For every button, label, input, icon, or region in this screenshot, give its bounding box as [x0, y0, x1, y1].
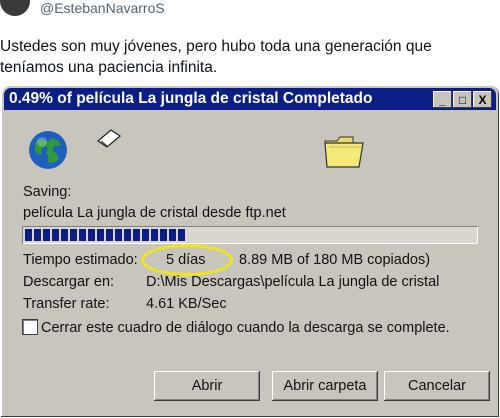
- copied-progress-text: 8.89 MB of 180 MB copiados): [239, 252, 431, 268]
- progress-segment: [124, 229, 131, 241]
- download-dialog: 0.49% of película La jungla de cristal C…: [0, 84, 500, 418]
- progress-segment: [70, 229, 77, 241]
- progress-segment: [25, 229, 32, 241]
- user-handle[interactable]: @EstebanNavarroS: [40, 0, 165, 16]
- progress-segment: [88, 229, 95, 241]
- close-on-complete-checkbox[interactable]: [23, 320, 37, 334]
- tweet-text: Ustedes son muy jóvenes, pero hubo toda …: [0, 38, 432, 76]
- progress-segment: [142, 229, 149, 241]
- close-button[interactable]: X: [473, 91, 492, 108]
- saving-file-text: película La jungla de cristal desde ftp.…: [23, 205, 286, 221]
- progress-segment: [61, 229, 68, 241]
- progress-segment: [169, 229, 176, 241]
- estimated-time-label: Tiempo estimado:: [23, 252, 138, 268]
- folder-icon: [324, 136, 364, 168]
- saving-label: Saving:: [23, 184, 72, 200]
- close-on-complete-label[interactable]: Cerrar este cuadro de diálogo cuando la …: [41, 320, 450, 336]
- estimated-time-value: 5 días: [166, 252, 206, 268]
- progress-segment: [160, 229, 167, 241]
- progress-segment: [34, 229, 41, 241]
- transfer-rate-label: Transfer rate:: [23, 296, 110, 312]
- paper-icon: [97, 129, 121, 148]
- cancel-button[interactable]: Cancelar: [384, 371, 490, 401]
- title-bar[interactable]: 0.49% of película La jungla de cristal C…: [4, 88, 496, 110]
- download-to-value: D:\Mis Descargas\película La jungla de c…: [146, 274, 440, 290]
- progress-segment: [115, 229, 122, 241]
- open-button[interactable]: Abrir: [154, 371, 260, 401]
- progress-segment: [43, 229, 50, 241]
- avatar[interactable]: [0, 0, 30, 16]
- progress-segment: [97, 229, 104, 241]
- progress-bar: [22, 226, 478, 244]
- progress-segment: [79, 229, 86, 241]
- download-to-label: Descargar en:: [23, 274, 115, 290]
- progress-segment: [178, 229, 185, 241]
- progress-segment: [52, 229, 59, 241]
- progress-segment: [151, 229, 158, 241]
- transfer-rate-value: 4.61 KB/Sec: [146, 296, 227, 312]
- dialog-title: 0.49% of película La jungla de cristal C…: [9, 90, 373, 107]
- open-folder-button[interactable]: Abrir carpeta: [272, 371, 378, 401]
- globe-icon: [29, 131, 67, 169]
- progress-segment: [106, 229, 113, 241]
- maximize-button[interactable]: □: [453, 91, 472, 108]
- window-buttons: _ □ X: [432, 91, 492, 108]
- progress-segment: [133, 229, 140, 241]
- minimize-button[interactable]: _: [433, 91, 452, 108]
